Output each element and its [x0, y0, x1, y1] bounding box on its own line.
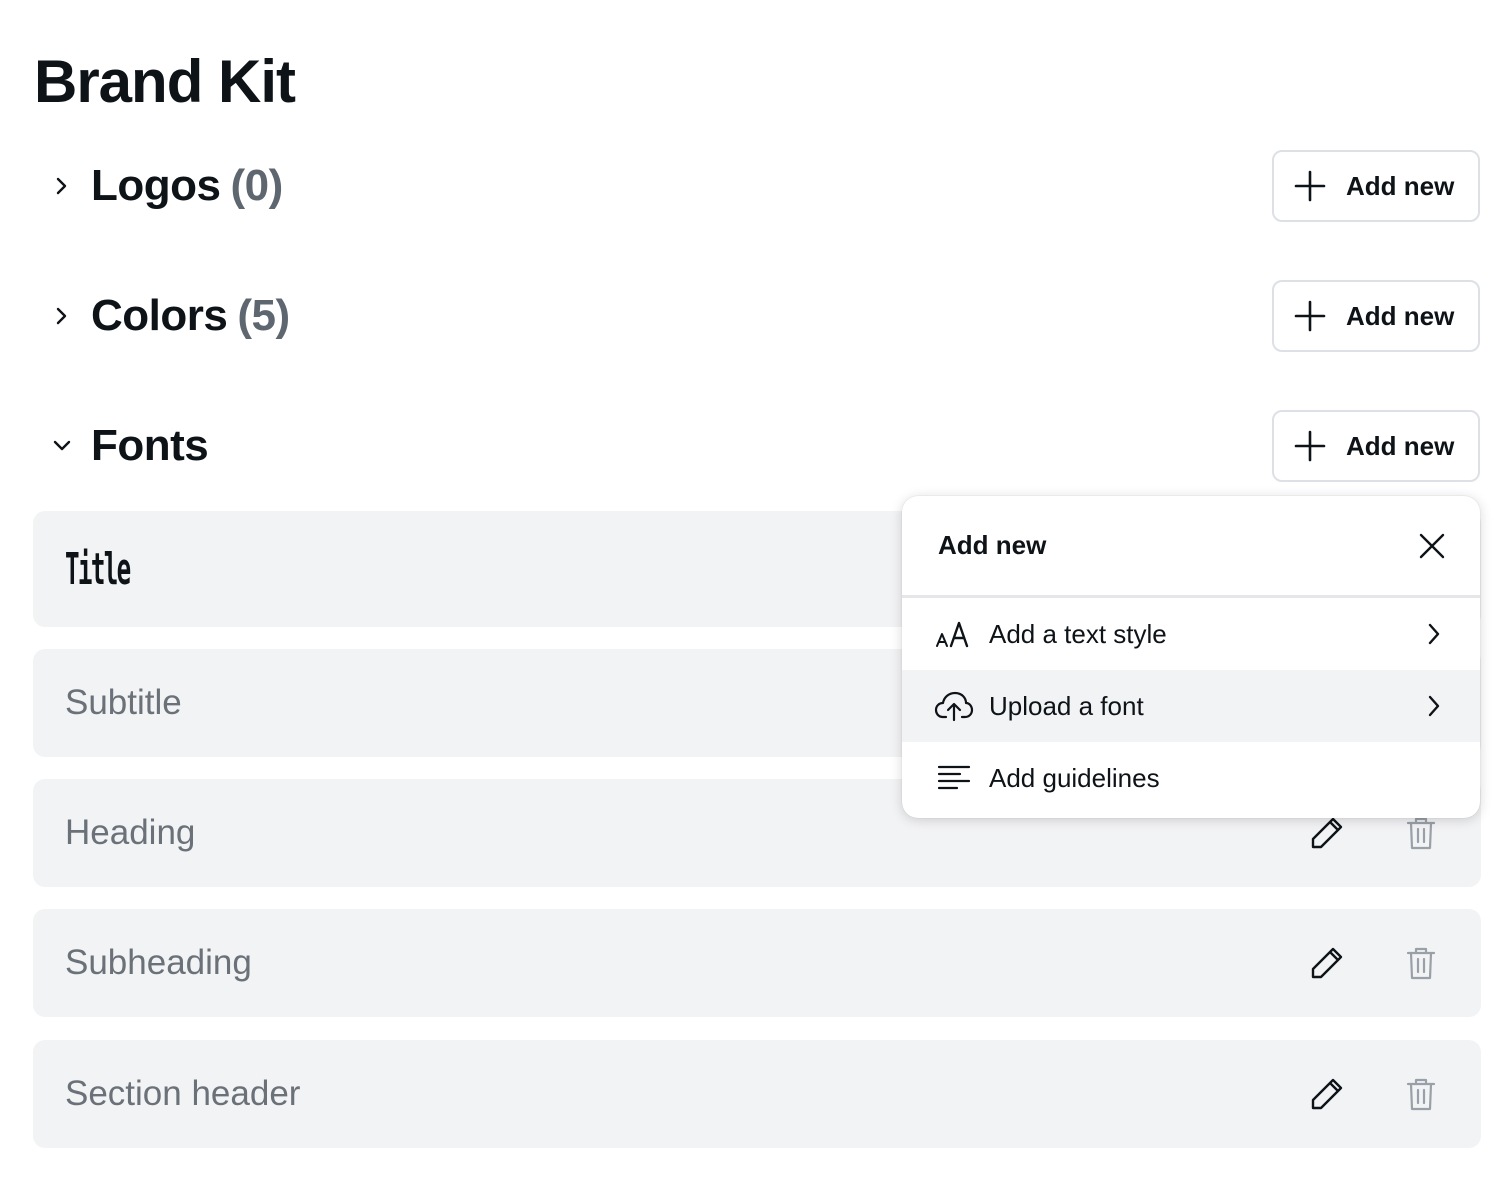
font-name: Title [65, 543, 131, 595]
section-count: (5) [237, 291, 290, 340]
font-name: Subtitle [65, 683, 182, 722]
section-logos-header[interactable]: Logos (0) [34, 150, 283, 222]
brand-kit-page: Brand Kit Logos (0) Add new Colors (5) A… [0, 0, 1512, 1190]
plus-icon [1294, 170, 1326, 202]
card-actions [1309, 815, 1439, 851]
section-colors: Colors (5) Add new [34, 280, 1480, 352]
add-new-label: Add new [1346, 300, 1455, 331]
page-title: Brand Kit [34, 48, 296, 115]
menu-item-add-guidelines[interactable]: Add guidelines [902, 742, 1480, 814]
add-new-logo-button[interactable]: Add new [1272, 150, 1480, 222]
font-name: Subheading [65, 943, 252, 982]
font-card-section-header[interactable]: Section header [33, 1040, 1481, 1148]
trash-icon[interactable] [1403, 1076, 1439, 1112]
plus-icon [1294, 430, 1326, 462]
pencil-icon[interactable] [1309, 815, 1345, 851]
font-card-subheading[interactable]: Subheading [33, 909, 1481, 1017]
font-name: Section header [65, 1074, 301, 1113]
section-fonts-header[interactable]: Fonts [34, 410, 209, 482]
chevron-down-icon[interactable] [34, 410, 90, 482]
guidelines-icon [934, 758, 974, 798]
chevron-right-icon [1424, 692, 1444, 720]
cloud-upload-icon [934, 686, 974, 726]
menu-item-add-text-style[interactable]: Add a text style [902, 598, 1480, 670]
add-new-label: Add new [1346, 170, 1455, 201]
add-new-popover: Add new Add a text style Upload a font A… [902, 496, 1480, 818]
trash-icon[interactable] [1403, 945, 1439, 981]
chevron-right-icon [1424, 620, 1444, 648]
section-title: Fonts [91, 421, 209, 470]
chevron-right-icon[interactable] [34, 150, 90, 222]
add-new-label: Add new [1346, 430, 1455, 461]
section-logos: Logos (0) Add new [34, 150, 1480, 222]
section-title: Logos [91, 161, 221, 210]
section-title: Colors [91, 291, 228, 340]
card-actions [1309, 945, 1439, 981]
close-icon[interactable] [1416, 530, 1448, 562]
text-size-icon [934, 614, 974, 654]
popover-header: Add new [902, 496, 1480, 598]
section-count: (0) [230, 161, 283, 210]
popover-title: Add new [938, 530, 1047, 560]
plus-icon [1294, 300, 1326, 332]
menu-item-upload-font[interactable]: Upload a font [902, 670, 1480, 742]
add-new-font-button[interactable]: Add new [1272, 410, 1480, 482]
menu-item-label: Upload a font [989, 690, 1144, 721]
pencil-icon[interactable] [1309, 1076, 1345, 1112]
menu-item-label: Add a text style [989, 618, 1167, 649]
menu-item-label: Add guidelines [989, 762, 1160, 793]
section-fonts: Fonts Add new [34, 410, 1480, 482]
add-new-color-button[interactable]: Add new [1272, 280, 1480, 352]
card-actions [1309, 1076, 1439, 1112]
trash-icon[interactable] [1403, 815, 1439, 851]
section-colors-header[interactable]: Colors (5) [34, 280, 290, 352]
pencil-icon[interactable] [1309, 945, 1345, 981]
font-name: Heading [65, 813, 196, 852]
chevron-right-icon[interactable] [34, 280, 90, 352]
